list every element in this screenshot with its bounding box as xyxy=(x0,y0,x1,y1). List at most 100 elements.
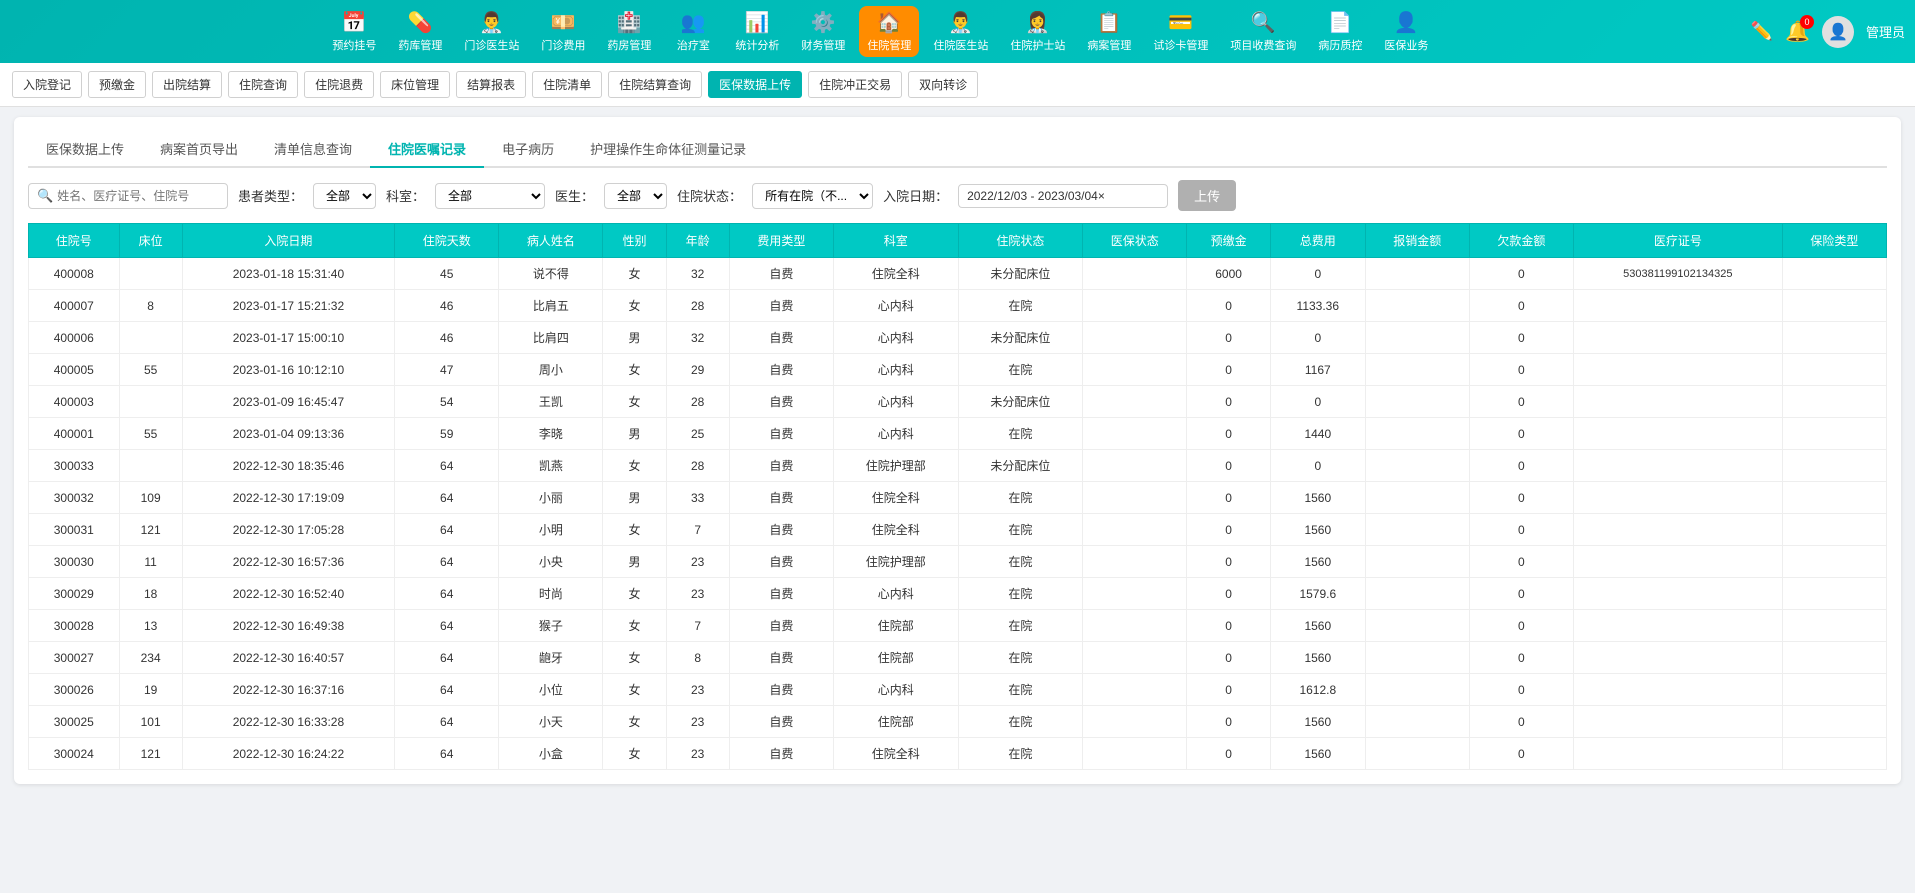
btn-bed-mgmt[interactable]: 床位管理 xyxy=(380,71,450,98)
btn-inpatient-correct[interactable]: 住院冲正交易 xyxy=(808,71,902,98)
cell-total-fee: 0 xyxy=(1270,450,1365,482)
btn-inpatient-refund[interactable]: 住院退费 xyxy=(304,71,374,98)
cell-prepay: 0 xyxy=(1187,386,1271,418)
dept-label: 科室： xyxy=(386,186,425,205)
col-gender: 性别 xyxy=(603,224,666,258)
cell-dept: 心内科 xyxy=(833,674,958,706)
cell-status: 未分配床位 xyxy=(958,450,1083,482)
table-row[interactable]: 400006 2023-01-17 15:00:10 46 比肩四 男 32 自… xyxy=(29,322,1887,354)
btn-admission[interactable]: 入院登记 xyxy=(12,71,82,98)
cell-gender: 女 xyxy=(603,386,666,418)
date-range-input[interactable] xyxy=(958,184,1168,208)
nav-item-treatment[interactable]: 👥 治疗室 xyxy=(665,6,721,57)
medical-biz-icon: 👤 xyxy=(1394,10,1419,35)
tab-detail-query[interactable]: 清单信息查询 xyxy=(256,131,370,168)
cell-days: 64 xyxy=(395,706,499,738)
nav-item-inpatient-doctor[interactable]: 👨‍⚕️ 住院医生站 xyxy=(925,6,996,57)
dept-select[interactable]: 全部 心内科 住院全科 住院护理部 住院部 xyxy=(435,183,545,209)
nav-item-history[interactable]: 📄 病历质控 xyxy=(1310,6,1370,57)
btn-two-way[interactable]: 双向转诊 xyxy=(908,71,978,98)
table-row[interactable]: 300029 18 2022-12-30 16:52:40 64 时尚 女 23… xyxy=(29,578,1887,610)
table-row[interactable]: 400003 2023-01-09 16:45:47 54 王凯 女 28 自费… xyxy=(29,386,1887,418)
nav-item-disease-mgmt[interactable]: 📋 病案管理 xyxy=(1079,6,1139,57)
cell-status: 在院 xyxy=(958,290,1083,322)
nav-item-project-fee-label: 项目收费查询 xyxy=(1230,37,1296,53)
cell-id: 400007 xyxy=(29,290,120,322)
tab-nursing-measure[interactable]: 护理操作生命体征测量记录 xyxy=(572,131,764,168)
nav-item-medical-biz[interactable]: 👤 医保业务 xyxy=(1376,6,1436,57)
edit-icon[interactable]: ✏️ xyxy=(1751,21,1773,42)
nav-item-outpatient-fee[interactable]: 💴 门诊费用 xyxy=(533,6,593,57)
btn-inpatient-list[interactable]: 住院清单 xyxy=(532,71,602,98)
cell-status: 在院 xyxy=(958,642,1083,674)
tab-case-export[interactable]: 病案首页导出 xyxy=(142,131,256,168)
cell-fee-type: 自费 xyxy=(729,322,833,354)
table-row[interactable]: 300027 234 2022-12-30 16:40:57 64 龅牙 女 8… xyxy=(29,642,1887,674)
nav-item-drug-mgmt[interactable]: 🏥 药房管理 xyxy=(599,6,659,57)
nav-item-stats-label: 统计分析 xyxy=(735,37,779,53)
nav-item-pharmacy-mgmt[interactable]: 💊 药库管理 xyxy=(390,6,450,57)
patient-type-select[interactable]: 全部 医保 自费 其他 xyxy=(313,183,376,209)
btn-settlement-report[interactable]: 结算报表 xyxy=(456,71,526,98)
btn-discharge[interactable]: 出院结算 xyxy=(152,71,222,98)
search-wrap[interactable]: 🔍 xyxy=(28,183,228,209)
nav-item-finance[interactable]: ⚙️ 财务管理 xyxy=(793,6,853,57)
cell-age: 23 xyxy=(666,706,729,738)
data-table: 住院号 床位 入院日期 住院天数 病人姓名 性别 年龄 费用类型 科室 住院状态… xyxy=(28,223,1887,770)
table-row[interactable]: 400001 55 2023-01-04 09:13:36 59 李晓 男 25… xyxy=(29,418,1887,450)
cell-total-fee: 1133.36 xyxy=(1270,290,1365,322)
table-row[interactable]: 300033 2022-12-30 18:35:46 64 凯燕 女 28 自费… xyxy=(29,450,1887,482)
nav-item-inpatient-nurse[interactable]: 👩‍⚕️ 住院护士站 xyxy=(1002,6,1073,57)
cell-reimbursement xyxy=(1365,738,1469,770)
tab-medical-upload[interactable]: 医保数据上传 xyxy=(28,131,142,168)
nav-item-outpatient[interactable]: 👨‍⚕️ 门诊医生站 xyxy=(456,6,527,57)
outpatient-icon: 👨‍⚕️ xyxy=(479,10,504,35)
cell-fee-type: 自费 xyxy=(729,354,833,386)
tab-inpatient-records[interactable]: 住院医嘱记录 xyxy=(370,131,484,168)
bell-container[interactable]: 🔔 0 xyxy=(1785,19,1810,44)
cell-insurance-type xyxy=(1782,610,1886,642)
nav-item-stats[interactable]: 📊 统计分析 xyxy=(727,6,787,57)
nav-item-scheduled[interactable]: 📅 预约挂号 xyxy=(324,6,384,57)
table-row[interactable]: 400007 8 2023-01-17 15:21:32 46 比肩五 女 28… xyxy=(29,290,1887,322)
table-row[interactable]: 300031 121 2022-12-30 17:05:28 64 小明 女 7… xyxy=(29,514,1887,546)
table-row[interactable]: 300030 11 2022-12-30 16:57:36 64 小央 男 23… xyxy=(29,546,1887,578)
table-row[interactable]: 300028 13 2022-12-30 16:49:38 64 猴子 女 7 … xyxy=(29,610,1887,642)
btn-medical-upload[interactable]: 医保数据上传 xyxy=(708,71,802,98)
cell-age: 25 xyxy=(666,418,729,450)
table-row[interactable]: 300024 121 2022-12-30 16:24:22 64 小盒 女 2… xyxy=(29,738,1887,770)
col-prepay: 预缴金 xyxy=(1187,224,1271,258)
nav-item-trial-card[interactable]: 💳 试诊卡管理 xyxy=(1145,6,1216,57)
cell-total-fee: 1560 xyxy=(1270,482,1365,514)
doctor-select[interactable]: 全部 xyxy=(604,183,667,209)
cell-name: 龅牙 xyxy=(499,642,603,674)
btn-settlement-query[interactable]: 住院结算查询 xyxy=(608,71,702,98)
col-days: 住院天数 xyxy=(395,224,499,258)
upload-button[interactable]: 上传 xyxy=(1178,180,1236,211)
table-row[interactable]: 300026 19 2022-12-30 16:37:16 64 小位 女 23… xyxy=(29,674,1887,706)
table-row[interactable]: 400008 2023-01-18 15:31:40 45 说不得 女 32 自… xyxy=(29,258,1887,290)
search-input[interactable] xyxy=(57,189,217,203)
status-select[interactable]: 所有在院（不... 在院 出院 xyxy=(752,183,873,209)
cell-total-fee: 0 xyxy=(1270,322,1365,354)
cell-reimbursement xyxy=(1365,450,1469,482)
cell-age: 23 xyxy=(666,738,729,770)
cell-status: 在院 xyxy=(958,706,1083,738)
cell-name: 小天 xyxy=(499,706,603,738)
cell-bed xyxy=(119,322,182,354)
btn-inpatient-query[interactable]: 住院查询 xyxy=(228,71,298,98)
table-row[interactable]: 400005 55 2023-01-16 10:12:10 47 周小 女 29… xyxy=(29,354,1887,386)
inpatient-doctor-icon: 👨‍⚕️ xyxy=(948,10,973,35)
stats-icon: 📊 xyxy=(745,10,770,35)
status-label: 住院状态： xyxy=(677,186,742,205)
btn-prepay[interactable]: 预缴金 xyxy=(88,71,146,98)
cell-status: 在院 xyxy=(958,674,1083,706)
tab-electronic-record[interactable]: 电子病历 xyxy=(484,131,572,168)
table-row[interactable]: 300025 101 2022-12-30 16:33:28 64 小天 女 2… xyxy=(29,706,1887,738)
cell-prepay: 0 xyxy=(1187,642,1271,674)
nav-item-project-fee[interactable]: 🔍 项目收费查询 xyxy=(1222,6,1304,57)
cell-age: 32 xyxy=(666,258,729,290)
nav-item-inpatient-mgmt[interactable]: 🏠 住院管理 xyxy=(859,6,919,57)
table-row[interactable]: 300032 109 2022-12-30 17:19:09 64 小丽 男 3… xyxy=(29,482,1887,514)
cell-reimbursement xyxy=(1365,354,1469,386)
